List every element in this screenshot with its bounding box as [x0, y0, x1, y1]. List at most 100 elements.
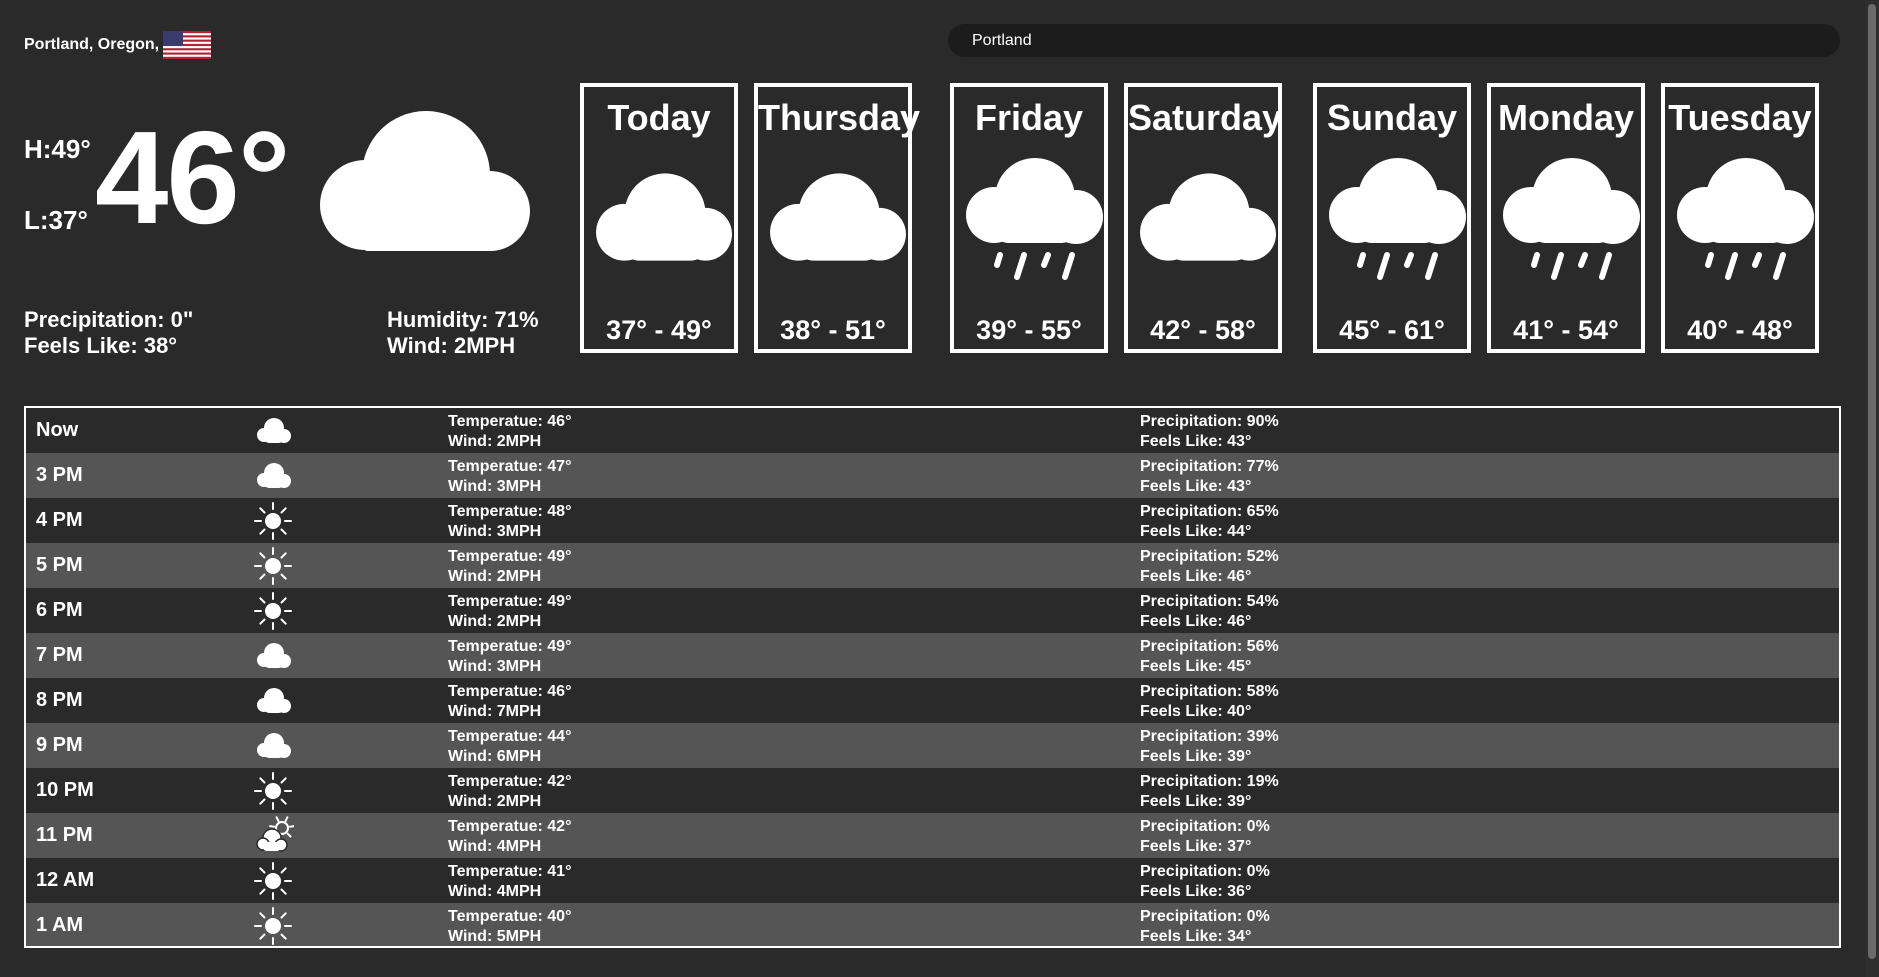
table-row: 6 PM Temperatue: 49° Wind: 2MPH Precipit…: [26, 588, 1839, 633]
partly-cloudy-icon: [252, 816, 295, 856]
hour-time: 1 AM: [36, 914, 84, 936]
hour-precip-feels: Precipitation: 39% Feels Like: 39°: [1140, 727, 1279, 767]
hour-precip-feels: Precipitation: 56% Feels Like: 45°: [1140, 637, 1279, 677]
hour-time: 3 PM: [36, 464, 83, 486]
hour-feels-like: Feels Like: 34°: [1140, 928, 1252, 945]
forecast-card-saturday: Saturday 42° - 58°: [1124, 83, 1282, 353]
us-flag-icon: [163, 31, 212, 59]
current-temperature: 46°: [95, 104, 291, 251]
table-row: 1 AM Temperatue: 40° Wind: 5MPH Precipit…: [26, 903, 1839, 946]
hour-wind: Wind: 7MPH: [448, 703, 542, 720]
forecast-day-name: Saturday: [1128, 97, 1283, 138]
hour-feels-like: Feels Like: 44°: [1140, 523, 1252, 540]
search-input[interactable]: [948, 24, 1840, 57]
table-row: 9 PM Temperatue: 44° Wind: 6MPH Precipit…: [26, 723, 1839, 768]
hour-temperature: Temperatue: 42°: [448, 818, 572, 835]
hour-wind: Wind: 4MPH: [448, 838, 542, 855]
hour-temp-wind: Temperatue: 41° Wind: 4MPH: [448, 862, 571, 902]
hour-wind: Wind: 3MPH: [448, 478, 542, 495]
current-feels-like: Feels Like: 38°: [24, 333, 178, 358]
forecast-card-monday: Monday 41° - 54°: [1487, 83, 1645, 353]
hour-time: 6 PM: [36, 599, 83, 621]
hour-feels-like: Feels Like: 46°: [1140, 568, 1252, 585]
hour-precip-feels: Precipitation: 0% Feels Like: 36°: [1140, 862, 1270, 902]
table-row: 7 PM Temperatue: 49° Wind: 3MPH Precipit…: [26, 633, 1839, 678]
cloud-icon: [252, 726, 294, 766]
hour-feels-like: Feels Like: 36°: [1140, 883, 1252, 900]
hour-temp-wind: Temperatue: 46° Wind: 2MPH: [448, 412, 571, 452]
forecast-temp-range: 42° - 58°: [1150, 315, 1256, 345]
hour-temp-wind: Temperatue: 46° Wind: 7MPH: [448, 682, 571, 722]
hour-precipitation: Precipitation: 19%: [1140, 773, 1279, 790]
forecast-day-name: Sunday: [1326, 97, 1458, 138]
forecast-temp-range: 45° - 61°: [1339, 315, 1445, 345]
hour-temperature: Temperatue: 47°: [448, 458, 572, 475]
hour-feels-like: Feels Like: 37°: [1140, 838, 1252, 855]
forecast-day-name: Thursday: [758, 97, 921, 138]
table-row: Now Temperatue: 46° Wind: 2MPH Precipita…: [26, 408, 1839, 453]
hour-precip-feels: Precipitation: 0% Feels Like: 37°: [1140, 817, 1270, 857]
hour-time: 5 PM: [36, 554, 83, 576]
hour-temperature: Temperatue: 49°: [448, 638, 572, 655]
location-name: Portland, Oregon,: [24, 36, 160, 53]
hour-precipitation: Precipitation: 0%: [1140, 863, 1270, 880]
hour-wind: Wind: 2MPH: [448, 433, 542, 450]
forecast-day-name: Today: [607, 97, 711, 138]
hour-temperature: Temperatue: 48°: [448, 503, 572, 520]
hour-time: 11 PM: [36, 824, 93, 846]
hour-temperature: Temperatue: 46°: [448, 683, 572, 700]
hour-wind: Wind: 2MPH: [448, 793, 542, 810]
cloud-icon: [252, 456, 294, 496]
cloud-icon: [252, 636, 294, 676]
forecast-day-name: Friday: [974, 97, 1084, 138]
table-row: 11 PM Temperatue: 42° Wind: 4MPH Precipi…: [26, 813, 1839, 858]
hour-time: 7 PM: [36, 644, 83, 666]
hour-temp-wind: Temperatue: 40° Wind: 5MPH: [448, 907, 571, 946]
hour-wind: Wind: 4MPH: [448, 883, 542, 900]
hour-precip-feels: Precipitation: 65% Feels Like: 44°: [1140, 502, 1279, 542]
cloud-icon: [252, 681, 294, 721]
forecast-temp-range: 41° - 54°: [1513, 315, 1619, 345]
hour-temperature: Temperatue: 49°: [448, 593, 572, 610]
hour-wind: Wind: 3MPH: [448, 658, 542, 675]
hour-precipitation: Precipitation: 0%: [1140, 908, 1270, 925]
sun-icon: [252, 591, 294, 631]
current-high: H:49°: [24, 134, 91, 164]
hour-wind: Wind: 2MPH: [448, 568, 542, 585]
forecast-temp-range: 37° - 49°: [606, 315, 712, 345]
hour-precipitation: Precipitation: 77%: [1140, 458, 1279, 475]
hour-feels-like: Feels Like: 43°: [1140, 433, 1252, 450]
hour-precipitation: Precipitation: 0%: [1140, 818, 1270, 835]
hour-precipitation: Precipitation: 58%: [1140, 683, 1279, 700]
hour-feels-like: Feels Like: 43°: [1140, 478, 1252, 495]
current-humidity: Humidity: 71%: [387, 307, 539, 332]
sun-icon: [252, 546, 294, 586]
forecast-card-friday: Friday 39° - 55°: [950, 83, 1108, 353]
hour-precipitation: Precipitation: 90%: [1140, 413, 1279, 430]
hour-temp-wind: Temperatue: 49° Wind: 2MPH: [448, 592, 571, 632]
current-humidity-wind: Humidity: 71% Wind: 2MPH: [387, 307, 539, 359]
hour-temp-wind: Temperatue: 49° Wind: 3MPH: [448, 637, 571, 677]
scrollbar-thumb[interactable]: [1868, 4, 1876, 959]
page-scrollbar[interactable]: [1865, 0, 1879, 977]
hour-precip-feels: Precipitation: 0% Feels Like: 34°: [1140, 907, 1270, 946]
hour-temperature: Temperatue: 42°: [448, 773, 572, 790]
hour-temperature: Temperatue: 41°: [448, 863, 572, 880]
rain-icon: [1499, 155, 1641, 287]
hour-temperature: Temperatue: 44°: [448, 728, 572, 745]
hour-feels-like: Feels Like: 39°: [1140, 748, 1252, 765]
rain-icon: [1325, 155, 1467, 287]
hour-precip-feels: Precipitation: 77% Feels Like: 43°: [1140, 457, 1279, 497]
forecast-card-thursday: Thursday 38° - 51°: [754, 83, 921, 353]
cloud-icon: [592, 155, 734, 287]
hour-precip-feels: Precipitation: 54% Feels Like: 46°: [1140, 592, 1279, 632]
hour-feels-like: Feels Like: 46°: [1140, 613, 1252, 630]
hour-time: 8 PM: [36, 689, 83, 711]
cloud-icon: [1136, 155, 1278, 287]
location-header: Portland, Oregon,: [24, 31, 212, 59]
hour-feels-like: Feels Like: 45°: [1140, 658, 1252, 675]
hour-precipitation: Precipitation: 39%: [1140, 728, 1279, 745]
hour-time: 4 PM: [36, 509, 83, 531]
hour-wind: Wind: 5MPH: [448, 928, 542, 945]
hour-precipitation: Precipitation: 56%: [1140, 638, 1279, 655]
